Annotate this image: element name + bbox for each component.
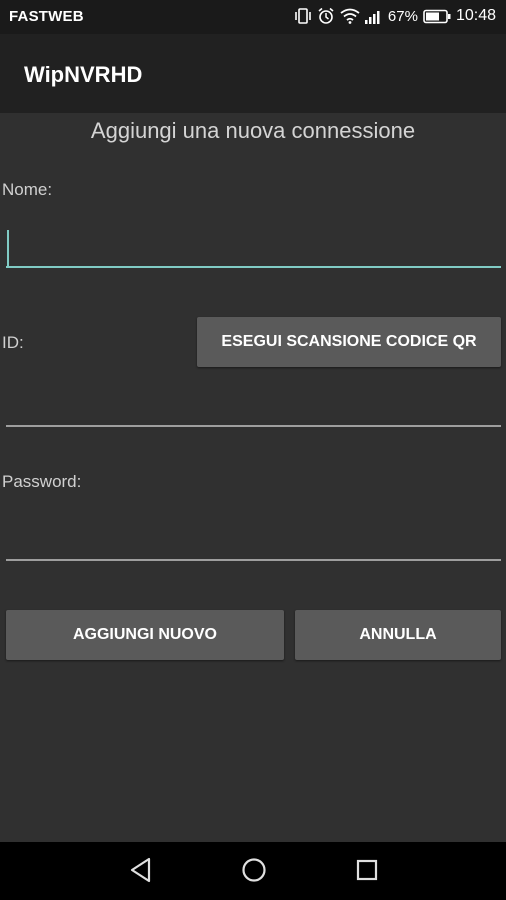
- name-field[interactable]: [6, 234, 501, 268]
- password-label: Password:: [2, 472, 82, 491]
- carrier-name: FASTWEB: [9, 8, 84, 25]
- clock: 10:48: [455, 7, 496, 24]
- form-heading: Aggiungi una nuova connessione: [90, 118, 416, 143]
- password-field[interactable]: [6, 527, 501, 561]
- home-icon[interactable]: [240, 856, 268, 884]
- back-icon[interactable]: [128, 856, 154, 884]
- id-label: ID:: [2, 333, 24, 352]
- text-cursor: [7, 230, 9, 266]
- navigation-bar: [0, 842, 506, 900]
- signal-icon: [364, 10, 380, 24]
- status-icons: 67% 10:48: [294, 7, 496, 25]
- vibrate-icon: [295, 8, 311, 24]
- app-title: WipNVRHD: [24, 62, 143, 87]
- recents-icon[interactable]: [354, 856, 380, 884]
- alarm-icon: [318, 7, 334, 24]
- name-label: Nome:: [2, 180, 53, 199]
- app-bar: WipNVRHD: [0, 34, 506, 113]
- cancel-button[interactable]: ANNULLA: [295, 610, 501, 660]
- battery-icon: [423, 9, 451, 23]
- wifi-icon: [340, 8, 360, 24]
- scan-qr-button[interactable]: ESEGUI SCANSIONE CODICE QR: [197, 317, 501, 367]
- add-new-button[interactable]: AGGIUNGI NUOVO: [6, 610, 284, 660]
- status-bar: FASTWEB 67% 10:48: [0, 0, 506, 34]
- battery-percent: 67%: [387, 7, 418, 25]
- id-field[interactable]: [6, 393, 501, 427]
